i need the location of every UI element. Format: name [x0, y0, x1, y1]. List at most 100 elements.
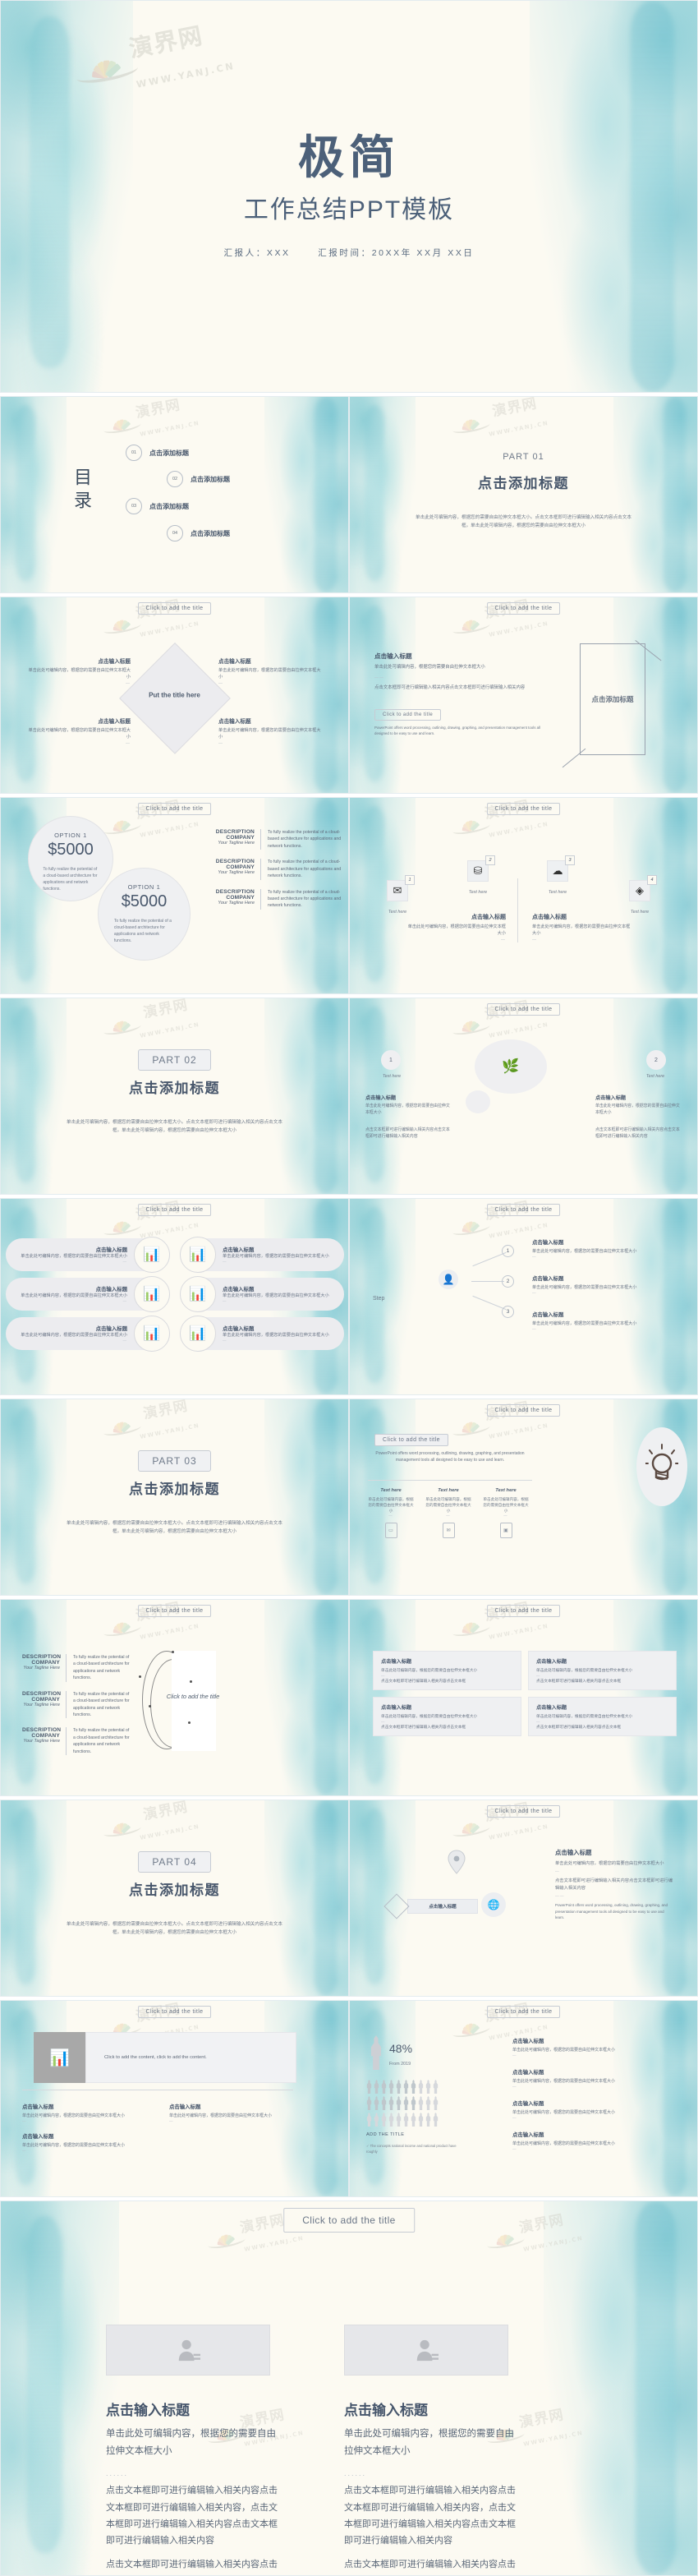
bubble-tail: [466, 1090, 490, 1113]
watermark-url: WWW.YANJ.CN: [488, 1623, 549, 1642]
bar-row[interactable]: 点击输入标题 单击此处可编辑内容，根据您的需要自由拉伸文本框大小 — 📊: [6, 1237, 170, 1273]
item-body: 单击此处可编辑内容，根据您的需要自由拉伸文本框大小: [512, 2141, 616, 2146]
toc-label: 点击添加标题: [149, 502, 189, 510]
cover-date: 汇报时间：20XX年 XX月 XX日: [318, 247, 475, 258]
bar-body: 单击此处可编辑内容，根据您的需要自由拉伸文本框大小: [21, 1332, 127, 1338]
col-head: Text here: [438, 1488, 459, 1493]
slide-title-button[interactable]: Click to add the title: [486, 1805, 561, 1818]
member-title: 点击输入标题: [344, 2403, 428, 2418]
bar-body: 单击此处可编辑内容，根据您的需要自由拉伸文本框大小: [21, 1293, 127, 1298]
card-body: 单击此处可编辑内容，根据您的需要自由拉伸文本框大小: [381, 1714, 478, 1719]
watermark-cn: 演界网: [134, 396, 182, 422]
target-icon[interactable]: ◈ 4: [629, 875, 657, 901]
slide-title-button[interactable]: Click to add the title: [137, 602, 212, 615]
bar-row[interactable]: 点击输入标题 单击此处可编辑内容，根据您的需要自由拉伸文本框大小 — 📊: [6, 1316, 170, 1352]
watermark-url: WWW.YANJ.CN: [488, 1021, 549, 1040]
cloud-icon[interactable]: ☁ 3: [547, 855, 575, 882]
ti-button[interactable]: Click to add the title: [374, 709, 442, 721]
team-photo[interactable]: [106, 2325, 270, 2376]
item-body: 单击此处可编辑内容，根据您的需要自由拉伸文本框大小: [22, 2143, 126, 2148]
watermark: 演界网 WWW.YANJ.CN: [103, 1399, 200, 1448]
toc-item-4[interactable]: 04 点击添加标题: [167, 525, 230, 541]
bar-row[interactable]: 📊 点击输入标题 单击此处可编辑内容，根据您的需要自由拉伸文本框大小 —: [180, 1237, 344, 1273]
bubble-body: 单击此处可编辑内容，根据您的需要自由拉伸文本框大小: [365, 1104, 450, 1115]
slide-title-button[interactable]: Click to add the title: [486, 1404, 561, 1417]
slide-row-6: PART 03 点击添加标题 单击此处可编辑内容，根据您的需要自由拉伸文本框大小…: [0, 1399, 698, 1596]
slide-part-02: PART 02 点击添加标题 单击此处可编辑内容，根据您的需要自由拉伸文本框大小…: [0, 998, 349, 1195]
map-text-block: 点击输入标题 单击此处可编辑内容，根据您的需要自由拉伸文本框大小 — 点击文本框…: [555, 1849, 673, 1919]
watermark-url: WWW.YANJ.CN: [522, 2235, 584, 2254]
bulb-button[interactable]: Click to add the title: [374, 1434, 448, 1446]
part-label: PART 04: [138, 1851, 211, 1873]
slide-title-button[interactable]: Click to add the title: [137, 2006, 212, 2018]
slide-title-button[interactable]: Click to add the title: [486, 602, 561, 615]
sun-icon: [452, 415, 491, 436]
watermark: 演界网 WWW.YANJ.CN: [103, 396, 200, 445]
desc-body: To fully realize the potential of a clou…: [73, 1655, 130, 1681]
icon-block-2: 点击输入标题 单击此处可编辑内容，根据您的需要自由拉伸文本框大小 —: [532, 915, 631, 942]
icon-caption: Text here: [548, 890, 567, 895]
card[interactable]: 点击输入标题 单击此处可编辑内容，根据您的需要自由拉伸文本框大小 — 点击文本框…: [373, 1651, 521, 1691]
desc-row: DESCRIPTION COMPANY Your Tagline Here To…: [210, 829, 343, 850]
part-label: PART 01: [503, 452, 544, 462]
toc-heading: 目录: [71, 468, 92, 514]
bubble-body: 单击此处可编辑内容，根据您的需要自由拉伸文本框大小: [595, 1104, 680, 1115]
option-body: To fully realize the potential of a clou…: [43, 867, 98, 892]
toc-item-3[interactable]: 03 点击添加标题: [126, 498, 189, 514]
slide-title-button[interactable]: Click to add the title: [486, 1204, 561, 1216]
slide-title-button[interactable]: Click to add the title: [486, 2006, 561, 2018]
bulb-col-1: Text here 单击此处可编辑内容，根据您的需要自由拉伸文本框大小 — ▭: [368, 1488, 414, 1539]
card[interactable]: 点击输入标题 单击此处可编辑内容，根据您的需要自由拉伸文本框大小 — 点击文本框…: [373, 1697, 521, 1737]
sitemap-icon[interactable]: ⛁ 2: [467, 855, 495, 882]
watermark: 演界网 WWW.YANJ.CN: [103, 998, 200, 1047]
sun-icon: [452, 816, 491, 837]
sun-icon: [485, 2230, 526, 2251]
dot: [190, 1680, 192, 1683]
desc-tagline: Your Tagline Here: [23, 1702, 60, 1707]
card[interactable]: 点击输入标题 单击此处可编辑内容，根据您的需要自由拉伸文本框大小 — 点击文本框…: [528, 1651, 677, 1691]
chart-growth-icon: 📊: [134, 1316, 170, 1352]
bubble-title: 点击输入标题: [365, 1095, 397, 1101]
sun-icon: [103, 415, 142, 436]
slide-title-button[interactable]: Click to add the title: [137, 1204, 212, 1216]
map-body: 单击此处可编辑内容，根据您的需要自由拉伸文本框大小: [555, 1861, 664, 1866]
sun-icon: [103, 615, 142, 637]
slide-title-button[interactable]: Click to add the title: [486, 1003, 561, 1016]
part-title: 点击添加标题: [478, 476, 569, 491]
bar-row[interactable]: 📊 点击输入标题 单击此处可编辑内容，根据您的需要自由拉伸文本框大小 —: [180, 1316, 344, 1352]
bar-title: 点击输入标题: [95, 1286, 127, 1293]
desc-title: DESCRIPTION: [22, 1654, 62, 1660]
member-body2: 点击文本框即可进行编辑输入相关内容点击文本框即可进行编辑输入相关内容，点击文本框…: [106, 2486, 278, 2546]
bar-row[interactable]: 📊 点击输入标题 单击此处可编辑内容，根据您的需要自由拉伸文本框大小 —: [180, 1276, 344, 1312]
bar-title: 点击输入标题: [223, 1286, 255, 1293]
step-block-3: 点击输入标题 单击此处可编辑内容，根据您的需要自由拉伸文本框大小 —: [532, 1311, 659, 1331]
map-pin-icon[interactable]: [447, 1850, 466, 1874]
sun-icon: [103, 1818, 142, 1840]
team-photo[interactable]: [344, 2325, 508, 2376]
sun-icon: [207, 2230, 246, 2251]
user-icon: 👤: [439, 1270, 458, 1289]
col-body: 单击此处可编辑内容，根据您的需要自由拉伸文本框大小: [425, 1497, 471, 1514]
desc-body: To fully realize the potential of a clou…: [73, 1691, 130, 1717]
slide-title-button[interactable]: Click to add the title: [137, 803, 212, 815]
cover-title: 极简: [298, 131, 400, 184]
step-block-1: 点击输入标题 单击此处可编辑内容，根据您的需要自由拉伸文本框大小 —: [532, 1238, 659, 1259]
people-row-3: [366, 2113, 439, 2127]
option-circle-2[interactable]: OPTION 1 $5000 To fully realize the pote…: [98, 868, 191, 961]
slide-title-button[interactable]: Click to add the title: [137, 1605, 212, 1617]
avatar-icon: [178, 2339, 200, 2362]
bar-row[interactable]: 点击输入标题 单击此处可编辑内容，根据您的需要自由拉伸文本框大小 — 📊: [6, 1276, 170, 1312]
toc-item-1[interactable]: 01 点击添加标题: [126, 445, 189, 461]
card[interactable]: 点击输入标题 单击此处可编辑内容，根据您的需要自由拉伸文本框大小 — 点击文本框…: [528, 1697, 677, 1737]
slide-title-button[interactable]: Click to add the title: [486, 803, 561, 815]
slide-title-button[interactable]: Click to add the title: [486, 1605, 561, 1617]
mail-icon: ✉: [442, 1523, 455, 1539]
mail-icon[interactable]: ✉ 1: [387, 875, 415, 901]
team-top-title[interactable]: Click to add the title: [283, 2208, 415, 2233]
toc-item-2[interactable]: 02 点击添加标题: [167, 471, 230, 487]
map-blurb: PowerPoint offers word processing, outli…: [555, 1903, 668, 1919]
divider-dots: —: [218, 740, 223, 746]
map-pin-label[interactable]: 点击输入标题: [407, 1899, 478, 1914]
card-title: 点击输入标题: [536, 1659, 567, 1665]
option-circle-1[interactable]: OPTION 1 $5000 To fully realize the pote…: [28, 816, 113, 901]
